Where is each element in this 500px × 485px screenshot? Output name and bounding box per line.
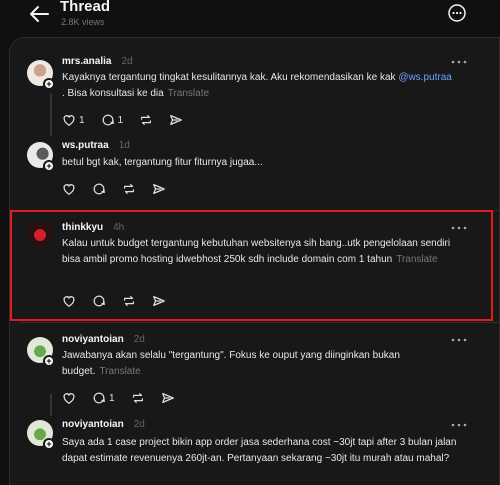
follow-plus-icon[interactable]: + (43, 438, 55, 450)
post-text: Kayaknya tergantung tingkat kesulitannya… (62, 72, 452, 99)
follow-plus-icon[interactable]: + (43, 160, 55, 172)
post-username[interactable]: ws.putraa 1d (62, 140, 130, 151)
heart-icon (63, 115, 75, 126)
share-button[interactable] (161, 391, 175, 405)
post-more-icon[interactable] (450, 59, 468, 65)
post-more-icon[interactable] (450, 337, 468, 343)
like-button[interactable]: 1 (62, 113, 85, 127)
reply-count: 1 (109, 392, 115, 404)
post-time: 2d (133, 419, 145, 430)
thread-connector (50, 93, 52, 136)
translate-link[interactable]: Translate (168, 88, 209, 99)
heart-icon (63, 393, 75, 404)
post-time: 2d (133, 334, 145, 345)
back-arrow-icon[interactable] (28, 5, 50, 23)
post-more-icon[interactable] (450, 422, 468, 428)
mention-link[interactable]: @ws.putraa (398, 72, 452, 83)
share-button[interactable] (169, 113, 183, 127)
post-actions (62, 180, 182, 198)
comment-icon (93, 183, 105, 195)
send-icon (161, 393, 174, 403)
post-time: 2d (121, 56, 133, 67)
comment-icon (93, 392, 105, 404)
send-icon (170, 115, 182, 125)
translate-link[interactable]: Translate (99, 366, 140, 377)
view-count: 2.8K views (61, 17, 105, 27)
post-text: Jawabanya akan selalu "tergantung". Foku… (62, 350, 400, 377)
post-actions: 1 (62, 389, 191, 407)
post-username[interactable]: mrs.analia 2d (62, 56, 133, 67)
highlight-box (10, 210, 493, 321)
send-icon (153, 184, 165, 194)
header: Thread 2.8K views (0, 0, 500, 36)
post-username[interactable]: noviyantoian 2d (62, 334, 145, 345)
repost-button[interactable] (122, 182, 136, 196)
like-button[interactable] (62, 391, 76, 405)
page-title: Thread (60, 0, 111, 15)
post-text: betul bgt kak, tergantung fitur fiturnya… (62, 157, 263, 168)
repost-icon (132, 393, 143, 403)
repost-icon (141, 115, 152, 125)
thread-connector (50, 394, 52, 416)
more-options-icon[interactable] (447, 3, 467, 23)
repost-button[interactable] (131, 391, 145, 405)
like-button[interactable] (62, 182, 76, 196)
divider (20, 322, 500, 323)
reply-button[interactable] (92, 182, 106, 196)
share-button[interactable] (152, 182, 166, 196)
post-username[interactable]: noviyantoian 2d (62, 419, 145, 430)
like-count: 1 (79, 114, 85, 126)
post-actions: 1 1 (62, 111, 199, 129)
post-text: Saya ada 1 case project bikin app order … (62, 437, 457, 464)
repost-button[interactable] (139, 113, 153, 127)
post-time: 1d (118, 140, 130, 151)
reply-button[interactable]: 1 (101, 113, 124, 127)
reply-button[interactable]: 1 (92, 391, 115, 405)
follow-plus-icon[interactable]: + (43, 78, 55, 90)
heart-icon (63, 184, 75, 195)
comment-icon (102, 114, 114, 126)
follow-plus-icon[interactable]: + (43, 355, 55, 367)
repost-icon (124, 184, 134, 194)
reply-count: 1 (117, 114, 124, 126)
